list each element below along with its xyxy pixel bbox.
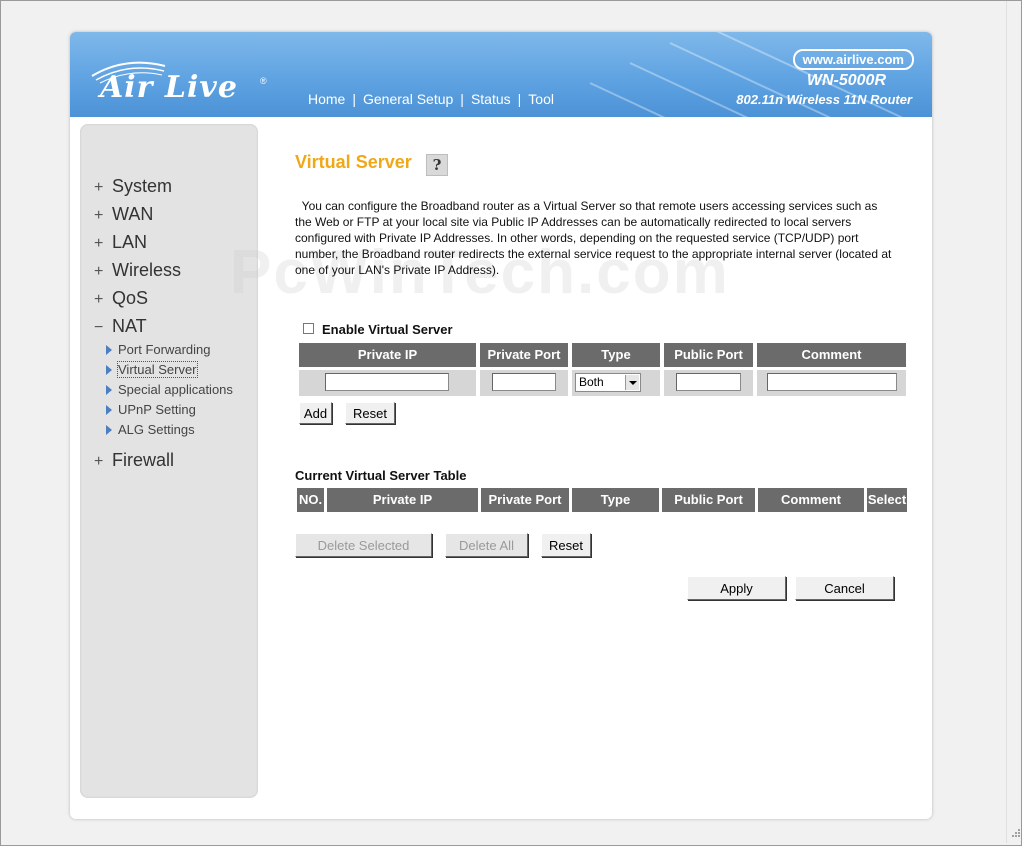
reset-button[interactable]: Reset [345, 402, 395, 424]
col-no: NO. [297, 488, 324, 512]
resize-grip-icon [1012, 827, 1020, 841]
registered-icon: ® [260, 76, 267, 86]
delete-all-button[interactable]: Delete All [445, 533, 528, 557]
col-public-port: Public Port [662, 488, 755, 512]
dropdown-arrow-icon [625, 375, 639, 390]
expand-icon: + [94, 235, 104, 252]
main-content: PcWinTech.com Virtual Server ? You can c… [230, 32, 925, 819]
page-title: Virtual Server [295, 152, 412, 172]
vertical-scrollbar[interactable] [1006, 1, 1021, 843]
comment-input[interactable] [767, 373, 897, 391]
table-title: Current Virtual Server Table [295, 468, 467, 483]
nat-submenu: Port Forwarding Virtual Server Special a… [94, 340, 233, 440]
type-select[interactable]: Both [575, 373, 641, 392]
sidebar-item-qos[interactable]: + QoS [94, 284, 233, 312]
col-select: Select [867, 488, 907, 512]
col-private-ip: Private IP [299, 343, 476, 367]
submenu-upnp-setting[interactable]: UPnP Setting [106, 400, 233, 420]
enable-virtual-server-label: Enable Virtual Server [322, 322, 453, 337]
expand-icon: + [94, 263, 104, 280]
triangle-icon [106, 365, 112, 375]
col-type: Type [572, 488, 659, 512]
sidebar: + System + WAN + LAN + Wireless + QoS − NAT Po… [80, 124, 258, 798]
col-private-port: Private Port [481, 488, 569, 512]
col-public-port: Public Port [664, 343, 753, 367]
sidebar-item-wan[interactable]: + WAN [94, 200, 233, 228]
sidebar-item-system[interactable]: + System [94, 172, 233, 200]
triangle-icon [106, 345, 112, 355]
enable-virtual-server-row[interactable]: Enable Virtual Server [303, 322, 453, 337]
expand-icon: + [94, 179, 104, 196]
col-type: Type [572, 343, 660, 367]
triangle-icon [106, 405, 112, 415]
submenu-alg-settings[interactable]: ALG Settings [106, 420, 233, 440]
private-port-input[interactable] [492, 373, 556, 391]
apply-button[interactable]: Apply [687, 576, 786, 600]
submenu-virtual-server[interactable]: Virtual Server [106, 360, 233, 380]
submenu-special-applications[interactable]: Special applications [106, 380, 233, 400]
triangle-icon [106, 425, 112, 435]
public-port-input[interactable] [676, 373, 741, 391]
expand-icon: + [94, 453, 104, 470]
enable-virtual-server-checkbox[interactable] [303, 323, 314, 334]
submenu-port-forwarding[interactable]: Port Forwarding [106, 340, 233, 360]
sidebar-item-nat[interactable]: − NAT [94, 312, 233, 340]
triangle-icon [106, 385, 112, 395]
private-ip-input[interactable] [325, 373, 449, 391]
add-button[interactable]: Add [299, 402, 332, 424]
sidebar-item-lan[interactable]: + LAN [94, 228, 233, 256]
cancel-button[interactable]: Cancel [795, 576, 894, 600]
table-reset-button[interactable]: Reset [541, 533, 591, 557]
expand-icon: + [94, 291, 104, 308]
sidebar-item-firewall[interactable]: + Firewall [94, 446, 233, 474]
help-icon[interactable]: ? [426, 154, 448, 176]
delete-selected-button[interactable]: Delete Selected [295, 533, 432, 557]
router-page: Air Live ® Home | General Setup | Status | Too… [70, 32, 932, 819]
col-comment: Comment [758, 488, 864, 512]
sidebar-item-wireless[interactable]: + Wireless [94, 256, 233, 284]
page-description: You can configure the Broadband router a… [295, 199, 892, 277]
col-private-port: Private Port [480, 343, 568, 367]
airlive-logo: Air Live [100, 70, 238, 105]
expand-icon: + [94, 207, 104, 224]
col-comment: Comment [757, 343, 906, 367]
col-private-ip: Private IP [327, 488, 478, 512]
collapse-icon: − [94, 319, 104, 336]
